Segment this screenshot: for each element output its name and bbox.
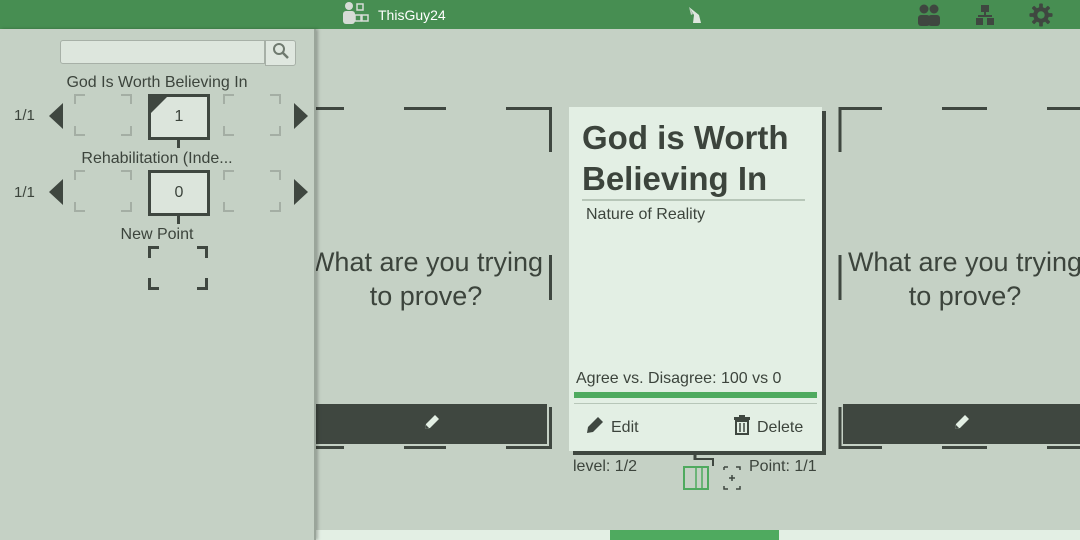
top-bar: ThisGuy24	[0, 0, 1080, 29]
tree-row-1-prev-arrow[interactable]	[49, 103, 63, 129]
ghost-prompt-left: What are you trying to prove?	[308, 247, 544, 311]
pencil-icon	[422, 412, 442, 437]
ghost-edit-button-right[interactable]	[843, 404, 1080, 444]
ghost-prompt-right: What are you trying to prove?	[847, 247, 1080, 311]
child-points-connector	[683, 451, 741, 490]
card-divider	[574, 403, 817, 404]
scroll-position-indicator[interactable]	[610, 530, 779, 540]
ghost-edit-button-left[interactable]	[316, 404, 547, 444]
pencil-icon	[585, 415, 605, 440]
tree-row-2-label[interactable]: Rehabilitation (Inde...	[0, 150, 314, 168]
user-tree-icon	[342, 1, 370, 30]
tree-row-2-pager: 1/1	[14, 184, 35, 201]
tree-connector	[177, 216, 180, 224]
settings-gear-icon[interactable]	[1028, 3, 1054, 32]
tree-row-2-node-value: 0	[174, 184, 184, 201]
pencil-icon	[952, 412, 972, 437]
tree-row-1-node[interactable]: 1	[148, 94, 210, 140]
tree-row-1-pager: 1/1	[14, 107, 35, 124]
tree-row-1-node-value: 1	[174, 108, 184, 125]
search-icon	[272, 42, 290, 65]
tree-row-2-ghost-left[interactable]	[74, 170, 132, 212]
search-input[interactable]	[60, 40, 265, 64]
tree-row-2-prev-arrow[interactable]	[49, 179, 63, 205]
claim-card[interactable]: God is Worth Believing In Nature of Real…	[569, 107, 822, 451]
claim-category[interactable]: Nature of Reality	[586, 206, 705, 224]
tree-row-3-label[interactable]: New Point	[0, 226, 314, 244]
user-profile[interactable]: ThisGuy24	[342, 1, 446, 30]
title-divider	[582, 199, 805, 201]
edit-label: Edit	[611, 418, 639, 436]
level-indicator: level: 1/2	[573, 458, 638, 475]
tree-row-1-ghost-left[interactable]	[74, 94, 132, 136]
search-box	[60, 40, 296, 66]
claim-title: God is Worth Believing In	[582, 119, 789, 197]
delete-button[interactable]: Delete	[733, 415, 803, 440]
selected-corner-icon	[151, 97, 167, 113]
hierarchy-icon[interactable]	[975, 3, 995, 32]
agree-disagree-text: Agree vs. Disagree: 100 vs 0	[576, 370, 782, 387]
goat-logo-icon[interactable]	[685, 5, 705, 30]
tree-row-1-ghost-right[interactable]	[223, 94, 281, 136]
username: ThisGuy24	[378, 7, 446, 23]
delete-label: Delete	[757, 418, 804, 436]
tree-row-1-next-arrow[interactable]	[294, 103, 308, 129]
search-button[interactable]	[265, 40, 296, 66]
tree-connector	[177, 140, 180, 148]
sidebar-tree: God Is Worth Believing In 1/1 1 Rehabili…	[0, 29, 316, 540]
agree-progress-bar	[574, 392, 817, 398]
edit-button[interactable]: Edit	[585, 415, 639, 440]
users-icon[interactable]	[916, 3, 942, 32]
trash-icon	[733, 415, 751, 440]
bottom-scroll-strip[interactable]	[316, 530, 1080, 540]
tree-row-2-ghost-right[interactable]	[223, 170, 281, 212]
tree-row-2-next-arrow[interactable]	[294, 179, 308, 205]
tree-row-1-label[interactable]: God Is Worth Believing In	[0, 74, 314, 92]
tree-row-2-node[interactable]: 0	[148, 170, 210, 216]
new-point-placeholder[interactable]	[148, 246, 208, 290]
point-indicator: Point: 1/1	[749, 458, 817, 475]
